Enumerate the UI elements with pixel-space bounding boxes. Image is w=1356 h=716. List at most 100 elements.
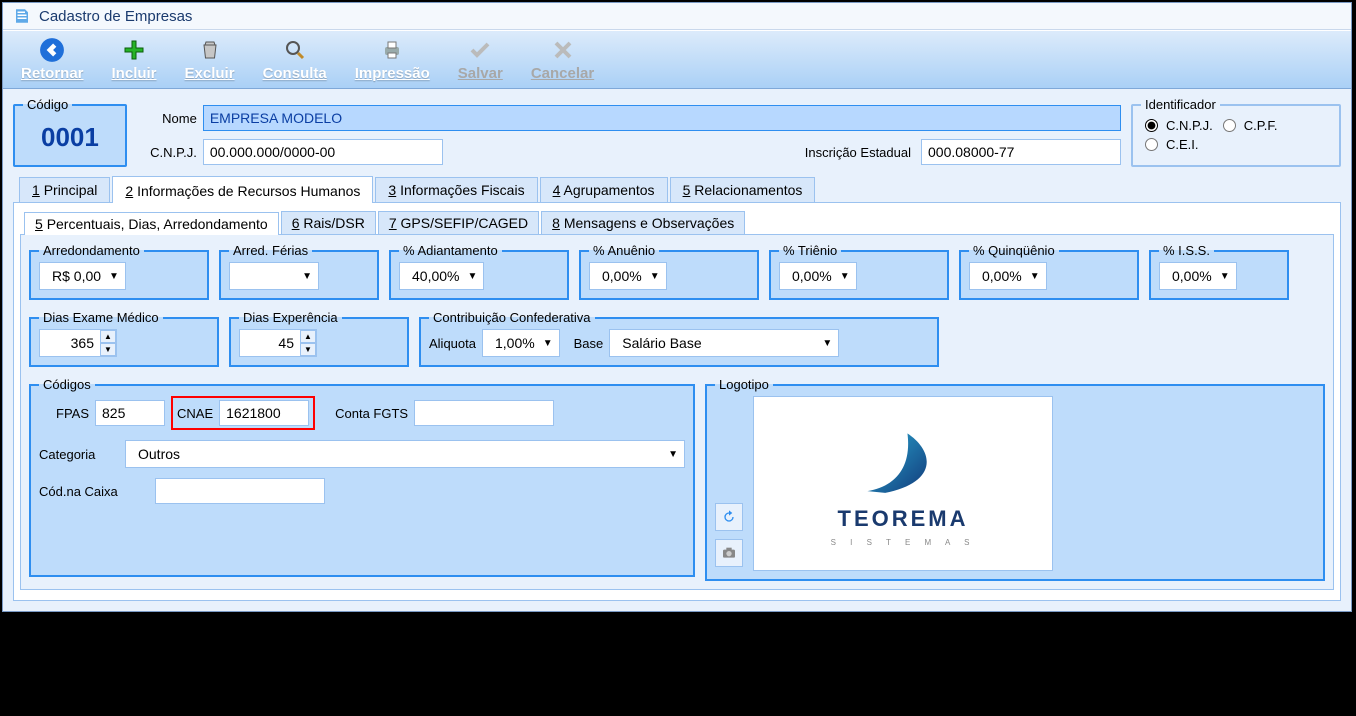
confederativa-group: Contribuição Confederativa Aliquota 1,00… xyxy=(419,310,939,367)
iss-combo[interactable]: 0,00%▼ xyxy=(1159,262,1237,290)
titlebar: Cadastro de Empresas xyxy=(3,3,1351,30)
identificador-legend: Identificador xyxy=(1141,97,1220,112)
logo-preview: TEOREMA S I S T E M A S xyxy=(753,396,1053,571)
cod-caixa-label: Cód.na Caixa xyxy=(39,484,149,499)
categoria-combo[interactable]: Outros▼ xyxy=(125,440,685,468)
dias-exame-spinner[interactable]: ▲▼ xyxy=(39,329,117,357)
fpas-label: FPAS xyxy=(39,406,89,421)
cnae-field[interactable] xyxy=(219,400,309,426)
spin-up-icon[interactable]: ▲ xyxy=(100,330,116,343)
salvar-button: Salvar xyxy=(458,37,503,82)
iss-group: % I.S.S. 0,00%▼ xyxy=(1149,243,1289,300)
radio-cnpj-label: C.N.P.J. xyxy=(1166,118,1213,133)
spin-down-icon[interactable]: ▼ xyxy=(100,343,116,356)
quinquenio-group: % Quinqüênio 0,00%▼ xyxy=(959,243,1139,300)
subtab-rais[interactable]: 6 Rais/DSR xyxy=(281,211,376,234)
camera-icon xyxy=(721,545,737,561)
radio-cpf[interactable] xyxy=(1223,119,1236,132)
window-title: Cadastro de Empresas xyxy=(39,8,192,25)
codigo-group: Código 0001 xyxy=(13,97,127,167)
app-icon xyxy=(13,7,31,25)
subtab-body: Arredondamento R$ 0,00▼ Arred. Férias ▼ … xyxy=(20,235,1334,590)
base-label: Base xyxy=(574,336,604,351)
conta-fgts-field[interactable] xyxy=(414,400,554,426)
codigo-label: Código xyxy=(23,97,72,112)
subtab-gps[interactable]: 7 GPS/SEFIP/CAGED xyxy=(378,211,539,234)
radio-cei[interactable] xyxy=(1145,138,1158,151)
tab-agrupamentos[interactable]: 4 Agrupamentos xyxy=(540,177,668,202)
cnpj-field[interactable] xyxy=(203,139,443,165)
codigo-value: 0001 xyxy=(23,118,117,157)
search-icon xyxy=(282,37,308,63)
aliquota-label: Aliquota xyxy=(429,336,476,351)
radio-cpf-label: C.P.F. xyxy=(1244,118,1278,133)
main-tabs: 1 Principal 2 Informações de Recursos Hu… xyxy=(13,175,1341,203)
tab-principal[interactable]: 1 Principal xyxy=(19,177,110,202)
impressao-button[interactable]: Impressão xyxy=(355,37,430,82)
dias-exame-group: Dias Exame Médico ▲▼ xyxy=(29,310,219,367)
aliquota-combo[interactable]: 1,00%▼ xyxy=(482,329,560,357)
arredondamento-group: Arredondamento R$ 0,00▼ xyxy=(29,243,209,300)
consulta-button[interactable]: Consulta xyxy=(263,37,327,82)
dias-experiencia-input[interactable] xyxy=(240,330,300,356)
spin-down-icon[interactable]: ▼ xyxy=(300,343,316,356)
tab-rh[interactable]: 2 Informações de Recursos Humanos xyxy=(112,176,373,203)
ie-field[interactable] xyxy=(921,139,1121,165)
sub-tabs: 5 Percentuais, Dias, Arredondamento 6 Ra… xyxy=(20,211,1334,235)
subtab-mensagens[interactable]: 8 Mensagens e Observações xyxy=(541,211,745,234)
identificador-group: Identificador C.N.P.J. C.P.F. C.E.I. xyxy=(1131,97,1341,167)
dias-exame-input[interactable] xyxy=(40,330,100,356)
app-window: Cadastro de Empresas Retornar Incluir Ex… xyxy=(2,2,1352,612)
check-icon xyxy=(467,37,493,63)
logo-camera-button[interactable] xyxy=(715,539,743,567)
arred-ferias-combo[interactable]: ▼ xyxy=(229,262,319,290)
radio-cnpj[interactable] xyxy=(1145,119,1158,132)
cod-caixa-field[interactable] xyxy=(155,478,325,504)
nome-field[interactable] xyxy=(203,105,1121,131)
adiantamento-group: % Adiantamento 40,00%▼ xyxy=(389,243,569,300)
swoosh-icon xyxy=(848,420,958,500)
base-combo[interactable]: Salário Base▼ xyxy=(609,329,839,357)
adiantamento-combo[interactable]: 40,00%▼ xyxy=(399,262,484,290)
codigos-group: Códigos FPAS CNAE Conta FGTS xyxy=(29,377,695,577)
toolbar: Retornar Incluir Excluir Consulta Impres… xyxy=(3,30,1351,89)
tab-fiscais[interactable]: 3 Informações Fiscais xyxy=(375,177,537,202)
logo-brand: TEOREMA xyxy=(838,506,969,532)
arred-ferias-group: Arred. Férias ▼ xyxy=(219,243,379,300)
trienio-combo[interactable]: 0,00%▼ xyxy=(779,262,857,290)
anuenio-group: % Anuênio 0,00%▼ xyxy=(579,243,759,300)
tab-body: 5 Percentuais, Dias, Arredondamento 6 Ra… xyxy=(13,203,1341,601)
plus-icon xyxy=(121,37,147,63)
ie-label: Inscrição Estadual xyxy=(805,145,911,160)
trienio-group: % Triênio 0,00%▼ xyxy=(769,243,949,300)
excluir-button[interactable]: Excluir xyxy=(185,37,235,82)
radio-cei-label: C.E.I. xyxy=(1166,137,1199,152)
cnae-highlight: CNAE xyxy=(171,396,315,430)
body-area: Código 0001 Nome C.N.P.J. Inscrição Esta… xyxy=(3,89,1351,611)
logotipo-group: Logotipo xyxy=(705,377,1325,581)
trash-icon xyxy=(197,37,223,63)
cancelar-button: Cancelar xyxy=(531,37,594,82)
refresh-icon xyxy=(721,509,737,525)
logo-refresh-button[interactable] xyxy=(715,503,743,531)
nome-label: Nome xyxy=(137,111,197,126)
subtab-percentuais[interactable]: 5 Percentuais, Dias, Arredondamento xyxy=(24,212,279,235)
dias-experiencia-spinner[interactable]: ▲▼ xyxy=(239,329,317,357)
cnpj-label: C.N.P.J. xyxy=(137,145,197,160)
tab-relacionamentos[interactable]: 5 Relacionamentos xyxy=(670,177,816,202)
close-icon xyxy=(550,37,576,63)
dias-experiencia-group: Dias Experência ▲▼ xyxy=(229,310,409,367)
anuenio-combo[interactable]: 0,00%▼ xyxy=(589,262,667,290)
quinquenio-combo[interactable]: 0,00%▼ xyxy=(969,262,1047,290)
incluir-button[interactable]: Incluir xyxy=(112,37,157,82)
logo-brand-sub: S I S T E M A S xyxy=(831,538,976,547)
back-icon xyxy=(39,37,65,63)
cnae-label: CNAE xyxy=(177,406,213,421)
print-icon xyxy=(379,37,405,63)
retornar-button[interactable]: Retornar xyxy=(21,37,84,82)
spin-up-icon[interactable]: ▲ xyxy=(300,330,316,343)
fpas-field[interactable] xyxy=(95,400,165,426)
conta-fgts-label: Conta FGTS xyxy=(335,406,408,421)
categoria-label: Categoria xyxy=(39,447,119,462)
arredondamento-combo[interactable]: R$ 0,00▼ xyxy=(39,262,126,290)
